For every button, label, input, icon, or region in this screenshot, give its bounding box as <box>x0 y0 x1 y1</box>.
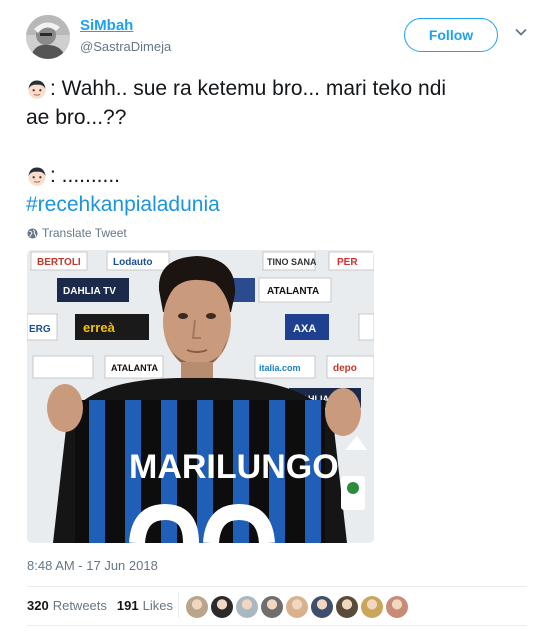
liker-avatar[interactable] <box>361 596 383 618</box>
retweets-count: 320 <box>27 598 49 613</box>
divider <box>27 586 527 587</box>
player-photo: BERTOLI Lodauto TINO SANA PER DAHLIA TV … <box>27 250 374 543</box>
sponsor-text: TINO SANA <box>267 257 317 267</box>
sponsor-text: Lodauto <box>113 257 152 268</box>
liker-avatar[interactable] <box>186 596 208 618</box>
sponsor-text: depo <box>333 363 357 374</box>
tweet-line: ae bro...?? <box>26 103 531 132</box>
retweets-stat[interactable]: 320 Retweets <box>27 598 107 613</box>
retweets-label: Retweets <box>52 598 107 613</box>
liker-avatar[interactable] <box>311 596 333 618</box>
tweet-stats: 320 Retweets 191 Likes <box>27 598 183 613</box>
boy-face-emoji-icon <box>28 166 46 186</box>
stats-separator <box>178 592 179 618</box>
tweet-text-line-1: : Wahh.. sue ra ketemu bro... mari teko … <box>50 77 447 100</box>
sponsor-text: PER <box>337 257 358 268</box>
liker-avatar[interactable] <box>211 596 233 618</box>
translate-label: Translate Tweet <box>42 226 127 240</box>
likes-label: Likes <box>142 598 173 613</box>
sponsor-text: AXA <box>293 323 316 335</box>
sponsor-text: italia.com <box>259 363 301 373</box>
boy-face-emoji-icon <box>28 79 46 99</box>
sponsor-text: DAHLIA TV <box>63 286 116 297</box>
tweet-text-line-3: : .......... <box>50 164 121 187</box>
sponsor-text: ATALANTA <box>267 286 319 297</box>
liker-avatars <box>186 596 408 618</box>
tweet-line: : .......... <box>26 161 531 190</box>
tweet-media-photo[interactable]: BERTOLI Lodauto TINO SANA PER DAHLIA TV … <box>27 250 374 543</box>
chevron-down-icon[interactable] <box>514 25 528 39</box>
tweet-header: SiMbah @SastraDimeja Follow <box>26 13 536 63</box>
liker-avatar[interactable] <box>386 596 408 618</box>
tweet-line: : Wahh.. sue ra ketemu bro... mari teko … <box>26 74 531 103</box>
sponsor-text: ATALANTA <box>111 363 158 373</box>
tweet-timestamp[interactable]: 8:48 AM - 17 Jun 2018 <box>27 558 158 573</box>
likes-count: 191 <box>116 598 139 613</box>
divider <box>27 625 527 626</box>
tweet-text: : Wahh.. sue ra ketemu bro... mari teko … <box>26 74 531 219</box>
liker-avatar[interactable] <box>286 596 308 618</box>
sponsor-text: BERTOLI <box>37 257 81 268</box>
author-avatar[interactable] <box>26 15 70 59</box>
jersey-name-text: MARILUNGO <box>129 448 339 486</box>
liker-avatar[interactable] <box>236 596 258 618</box>
liker-avatar[interactable] <box>336 596 358 618</box>
hashtag-link[interactable]: #recehkanpialadunia <box>26 190 220 219</box>
tweet-text-line-2: ae bro...?? <box>26 106 127 129</box>
user-avatar-photo-icon <box>26 15 70 59</box>
sponsor-text: ERG <box>29 324 51 335</box>
tweet-line: #recehkanpialadunia <box>26 190 531 219</box>
globe-icon <box>27 227 38 239</box>
likes-stat[interactable]: 191 Likes <box>117 598 173 613</box>
follow-button[interactable]: Follow <box>404 18 498 52</box>
liker-avatar[interactable] <box>261 596 283 618</box>
author-handle[interactable]: @SastraDimeja <box>80 39 171 54</box>
sponsor-text: erreà <box>83 320 116 335</box>
translate-tweet-link[interactable]: Translate Tweet <box>27 226 127 240</box>
author-display-name[interactable]: SiMbah <box>80 17 133 34</box>
